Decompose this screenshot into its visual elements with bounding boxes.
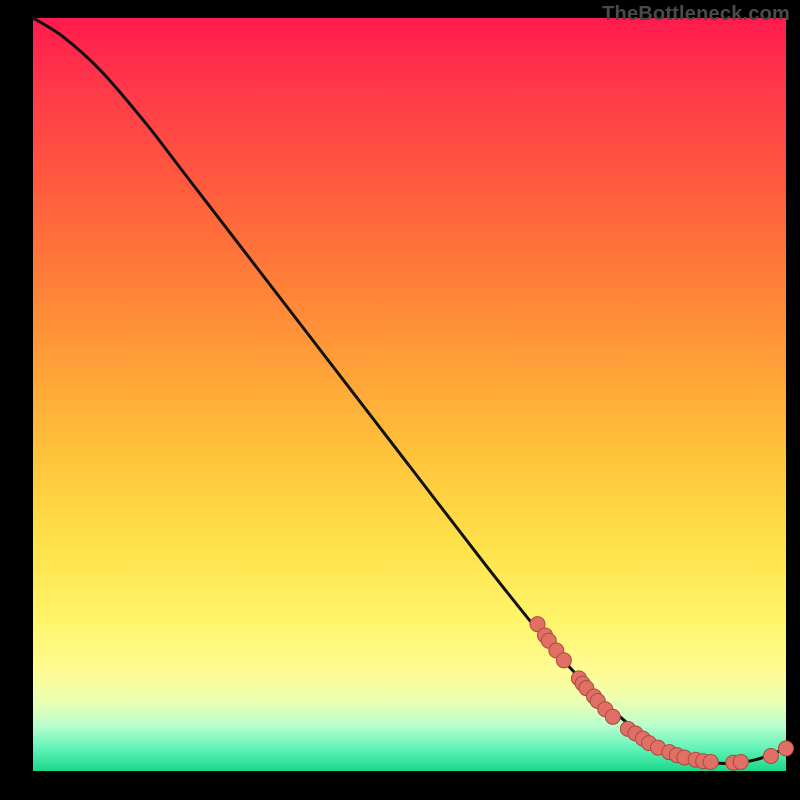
chart-overlay [33, 18, 786, 771]
data-point [779, 741, 794, 756]
chart-stage: TheBottleneck.com [0, 0, 800, 800]
watermark-text: TheBottleneck.com [602, 3, 790, 26]
data-point [703, 754, 718, 769]
data-points-group [530, 617, 793, 771]
bottleneck-curve [33, 18, 786, 763]
data-point [733, 754, 748, 769]
data-point [605, 709, 620, 724]
plot-area [33, 18, 786, 771]
data-point [556, 653, 571, 668]
data-point [763, 748, 778, 763]
